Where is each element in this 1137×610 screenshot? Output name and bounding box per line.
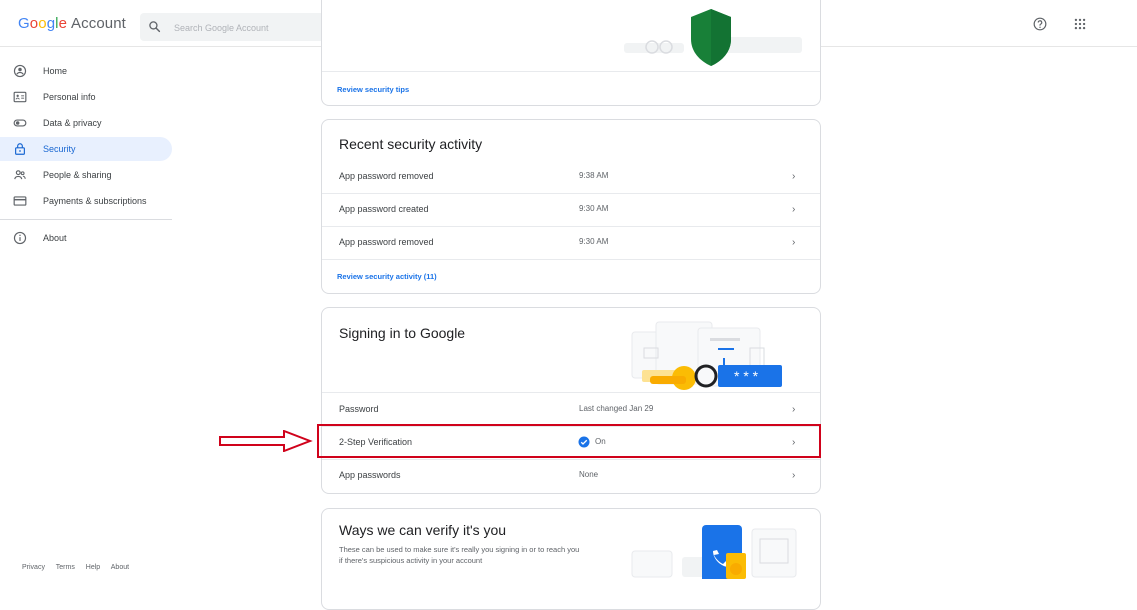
sidebar-item-data-privacy[interactable]: Data & privacy xyxy=(0,111,172,135)
sidebar-item-label: People & sharing xyxy=(43,170,112,180)
activity-label: App password removed xyxy=(339,237,434,247)
sidebar-item-about[interactable]: About xyxy=(0,226,172,250)
footer-links: Privacy Terms Help About xyxy=(22,564,138,571)
footer-help-link[interactable]: Help xyxy=(86,564,100,571)
sidebar-item-home[interactable]: Home xyxy=(0,59,172,83)
activity-time: 9:30 AM xyxy=(579,204,609,213)
card-title: Ways we can verify it's you xyxy=(339,522,507,538)
verify-identity-card: Ways we can verify it's you These can be… xyxy=(321,508,821,610)
activity-row[interactable]: App password removed 9:38 AM › xyxy=(322,160,820,193)
signing-in-card: Signing in to Google * * * Password Last… xyxy=(321,307,821,494)
logo-suffix: Account xyxy=(71,15,126,32)
sidebar-item-label: Security xyxy=(43,144,76,154)
logo-letter: e xyxy=(58,15,68,32)
app-passwords-row[interactable]: App passwords None › xyxy=(322,459,820,492)
card-description: if there's suspicious activity in your a… xyxy=(339,556,483,565)
activity-row[interactable]: App password created 9:30 AM › xyxy=(322,193,820,226)
password-row[interactable]: Password Last changed Jan 29 › xyxy=(322,393,820,426)
sidebar-item-payments[interactable]: Payments & subscriptions xyxy=(0,189,172,213)
logo-letter: o xyxy=(38,15,47,32)
card-title: Recent security activity xyxy=(339,136,483,152)
info-icon xyxy=(13,231,27,245)
chevron-right-icon: › xyxy=(792,237,796,248)
toggle-icon xyxy=(13,119,27,127)
chevron-right-icon: › xyxy=(792,171,796,182)
chevron-right-icon: › xyxy=(792,204,796,215)
search-icon[interactable] xyxy=(148,20,161,33)
credit-card-icon xyxy=(13,196,27,206)
activity-label: App password removed xyxy=(339,171,434,181)
activity-row[interactable]: App password removed 9:30 AM › xyxy=(322,226,820,259)
logo-letter: o xyxy=(29,15,39,32)
security-tips-card: Review security tips xyxy=(321,0,821,106)
lock-icon xyxy=(15,143,25,155)
sidebar-item-label: Data & privacy xyxy=(43,118,102,128)
home-icon xyxy=(13,64,27,78)
app-passwords-value: None xyxy=(579,470,599,479)
footer-terms-link[interactable]: Terms xyxy=(56,564,75,571)
review-security-tips-link[interactable]: Review security tips xyxy=(337,85,409,94)
people-icon xyxy=(14,170,26,180)
card-title: Signing in to Google xyxy=(339,325,466,341)
svg-text:* * *: * * * xyxy=(734,368,759,384)
sidebar-item-label: Home xyxy=(43,66,68,76)
footer-privacy-link[interactable]: Privacy xyxy=(22,564,45,571)
highlight-box xyxy=(317,424,821,458)
help-icon[interactable] xyxy=(1033,17,1047,31)
password-last-changed: Last changed Jan 29 xyxy=(579,404,654,413)
id-card-icon xyxy=(13,91,27,103)
logo-letter: g xyxy=(46,15,56,32)
app-passwords-label: App passwords xyxy=(339,470,401,480)
signin-illustration: * * * xyxy=(631,321,782,390)
password-label: Password xyxy=(339,404,379,414)
sidebar-item-personal-info[interactable]: Personal info xyxy=(0,85,172,109)
sidebar-item-people-sharing[interactable]: People & sharing xyxy=(0,163,172,187)
card-divider xyxy=(322,71,820,72)
row-divider xyxy=(322,259,820,260)
verify-illustration xyxy=(631,525,797,579)
sidebar-item-label: About xyxy=(43,233,67,243)
sidebar-item-label: Payments & subscriptions xyxy=(43,196,147,206)
review-security-activity-link[interactable]: Review security activity (11) xyxy=(337,272,437,281)
card-description: These can be used to make sure it's real… xyxy=(339,545,580,554)
sidebar-item-label: Personal info xyxy=(43,92,96,102)
sidebar-item-security[interactable]: Security xyxy=(0,137,172,161)
chevron-right-icon: › xyxy=(792,404,796,415)
chevron-right-icon: › xyxy=(792,470,796,481)
security-tips-illustration xyxy=(624,9,802,66)
footer-about-link[interactable]: About xyxy=(111,564,129,571)
google-account-logo[interactable]: Google Account xyxy=(18,15,126,32)
activity-time: 9:30 AM xyxy=(579,237,609,246)
sidebar-divider xyxy=(0,219,172,220)
recent-security-activity-card: Recent security activity App password re… xyxy=(321,119,821,294)
activity-label: App password created xyxy=(339,204,429,214)
logo-letter: G xyxy=(18,15,30,32)
annotation-arrow-icon xyxy=(219,430,313,452)
activity-time: 9:38 AM xyxy=(579,171,609,180)
apps-grid-icon[interactable] xyxy=(1073,17,1087,31)
